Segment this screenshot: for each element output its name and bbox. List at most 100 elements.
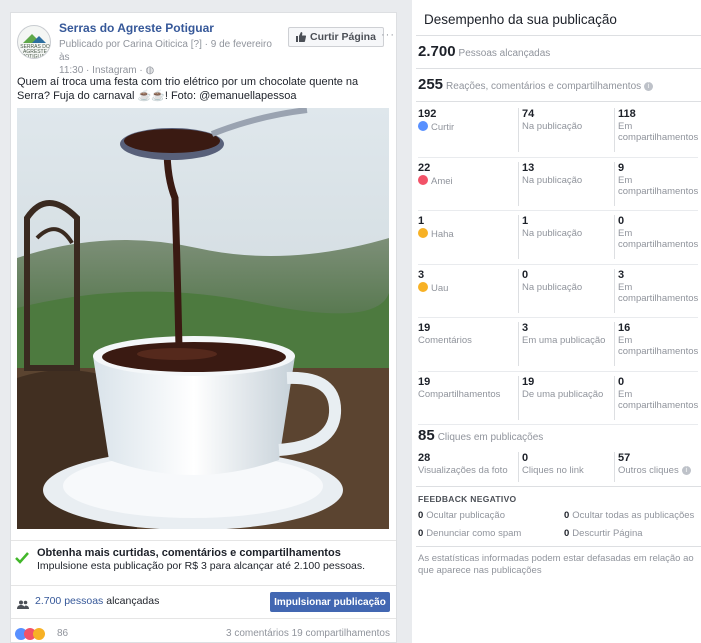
row-on-post: 0 Na publicação: [518, 268, 614, 313]
on-post-value: 3: [522, 322, 529, 334]
logo-text: SERRAS DO AGRESTE POTIGUAR: [20, 44, 50, 59]
info-icon[interactable]: i: [681, 466, 691, 475]
row-on-post: 3 Em uma publicação: [518, 322, 614, 366]
engagement-stat: 255 Reações, comentários e compartilhamen…: [418, 76, 654, 94]
link-clicks-value: 0: [522, 452, 529, 464]
neg-unlike-label: Descurtir Página: [572, 528, 643, 539]
post-author: Publicado por Carina Oiticica: [59, 39, 191, 50]
divider: [416, 35, 701, 36]
link-clicks: 0 Cliques no link: [518, 452, 614, 482]
row-on-shares: 0 Em compartilhamentos: [614, 215, 698, 259]
row-on-post: 74 Na publicação: [518, 108, 614, 152]
on-shares-value: 0: [618, 375, 625, 388]
on-shares-label: Em compartilhamentos: [618, 281, 699, 304]
row-total: 1 Haha: [418, 215, 518, 259]
neg-spam-label: Denunciar como spam: [426, 528, 522, 539]
like-page-button[interactable]: Curtir Página: [288, 27, 384, 47]
on-shares-label: Em compartilhamentos: [618, 121, 699, 143]
row-label: Amei: [431, 175, 453, 187]
post-photo[interactable]: [17, 108, 389, 529]
clicks-breakdown: 28 Visualizações da foto 0 Cliques no link…: [418, 452, 698, 482]
haha-reaction-icon[interactable]: [33, 628, 45, 640]
total-value: 19: [418, 375, 431, 388]
breakdown-row-amei: 22 Amei 13 Na publicação 9 Em compartilhame…: [418, 158, 699, 211]
on-shares-value: 0: [618, 215, 625, 227]
reach-text: 2.700 pessoas alcançadas: [35, 595, 159, 607]
row-total: 19 Comentários: [418, 322, 518, 366]
engagement-value: 255: [418, 76, 444, 93]
row-on-shares: 118 Em compartilhamentos: [614, 108, 698, 152]
reach-row: 2.700 pessoas alcançadas Impulsionar pub…: [11, 585, 396, 615]
clicks-stat: 85 Cliques em publicações: [418, 427, 543, 445]
page-name-link[interactable]: Serras do Agreste Potiguar: [59, 21, 214, 35]
boost-post-button[interactable]: Impulsionar publicação: [270, 592, 390, 612]
stats-disclaimer: As estatísticas informadas podem estar d…: [418, 553, 694, 576]
more-options-button[interactable]: ···: [381, 29, 395, 41]
neg-spam: 0 Denunciar como spam: [418, 528, 521, 539]
on-post-value: 19: [522, 375, 535, 388]
boost-tip-title: Obtenha mais curtidas, comentários e com…: [37, 547, 341, 559]
on-post-label: Na publicação: [522, 174, 583, 186]
divider: [416, 546, 701, 547]
row-label: Uau: [431, 282, 449, 294]
checkmark-icon: [15, 551, 29, 569]
row-label: Compartilhamentos: [418, 388, 501, 400]
on-post-label: Na publicação: [522, 281, 583, 293]
reaction-count[interactable]: 86: [57, 628, 68, 639]
on-post-value: 1: [522, 215, 529, 227]
negative-feedback-title: FEEDBACK NEGATIVO: [418, 494, 517, 504]
total-value: 192: [418, 108, 437, 120]
total-value: 3: [418, 268, 425, 281]
love-icon: [418, 174, 428, 185]
divider: [416, 68, 701, 69]
divider: [416, 101, 701, 102]
like-icon: [418, 121, 428, 131]
neg-unlike: 0 Descurtir Página: [564, 528, 643, 539]
like-page-label: Curtir Página: [310, 31, 376, 43]
row-on-shares: 0 Em compartilhamentos: [614, 375, 699, 420]
other-clicks-value: 57: [618, 452, 631, 464]
on-shares-label: Em compartilhamentos: [618, 228, 699, 250]
on-shares-label: Em compartilhamentos: [618, 335, 699, 357]
boost-tip-subtitle: Impulsione esta publicação por R$ 3 para…: [37, 560, 366, 572]
other-clicks-label: Outros cliques: [618, 465, 679, 476]
row-on-post: 1 Na publicação: [518, 215, 614, 259]
post-card: SERRAS DO AGRESTE POTIGUAR Serras do Agr…: [10, 12, 397, 643]
row-total: 3 Uau: [418, 269, 518, 313]
row-on-shares: 9 Em compartilhamentos: [614, 161, 699, 206]
other-clicks: 57 Outros cliques i: [614, 452, 698, 482]
on-post-value: 0: [522, 268, 529, 281]
row-on-post: 13 Na publicação: [518, 161, 614, 206]
reach-value: 2.700: [418, 43, 456, 60]
wow-icon: [418, 281, 428, 292]
reactions-row: 86 3 comentários 19 compartilhamentos: [11, 618, 396, 642]
breakdown-row-compartilhamentos: 19 Compartilhamentos 19 De uma publicação …: [418, 372, 699, 425]
on-shares-value: 16: [618, 322, 631, 334]
on-shares-value: 9: [618, 161, 625, 174]
breakdown-row-haha: 1 Haha 1 Na publicação 0 Em compartilhament…: [418, 211, 698, 265]
boost-tip: Obtenha mais curtidas, comentários e com…: [11, 540, 396, 580]
total-value: 19: [418, 322, 431, 334]
row-on-post: 19 De uma publicação: [518, 375, 614, 420]
insights-panel: Desempenho da sua publicação 2.700 Pessoa…: [412, 0, 701, 643]
post-text: Quem aí troca uma festa com trio elétric…: [17, 76, 359, 102]
page-avatar[interactable]: SERRAS DO AGRESTE POTIGUAR: [17, 25, 51, 59]
row-label: Curtir: [431, 122, 455, 133]
on-shares-label: Em compartilhamentos: [618, 174, 699, 197]
reach-suffix: alcançadas: [103, 595, 160, 607]
clicks-label: Cliques em publicações: [437, 432, 544, 443]
info-icon[interactable]: i: [644, 82, 654, 91]
photo-views-label: Visualizações da foto: [418, 465, 508, 476]
reach-link[interactable]: 2.700 pessoas: [35, 595, 103, 607]
on-shares-label: Em compartilhamentos: [618, 388, 699, 411]
on-post-value: 13: [522, 161, 535, 174]
photo-views-value: 28: [418, 452, 431, 464]
logo-mountain-icon: [32, 36, 46, 43]
comments-shares-count[interactable]: 3 comentários 19 compartilhamentos: [226, 628, 390, 639]
thumbs-up-icon: [296, 32, 306, 42]
neg-hide-post-value: 0: [418, 510, 424, 521]
on-post-label: De uma publicação: [522, 388, 604, 400]
engagement-label: Reações, comentários e compartilhamentos: [446, 81, 642, 92]
neg-unlike-value: 0: [564, 528, 570, 539]
row-total: 192 Curtir: [418, 108, 518, 152]
